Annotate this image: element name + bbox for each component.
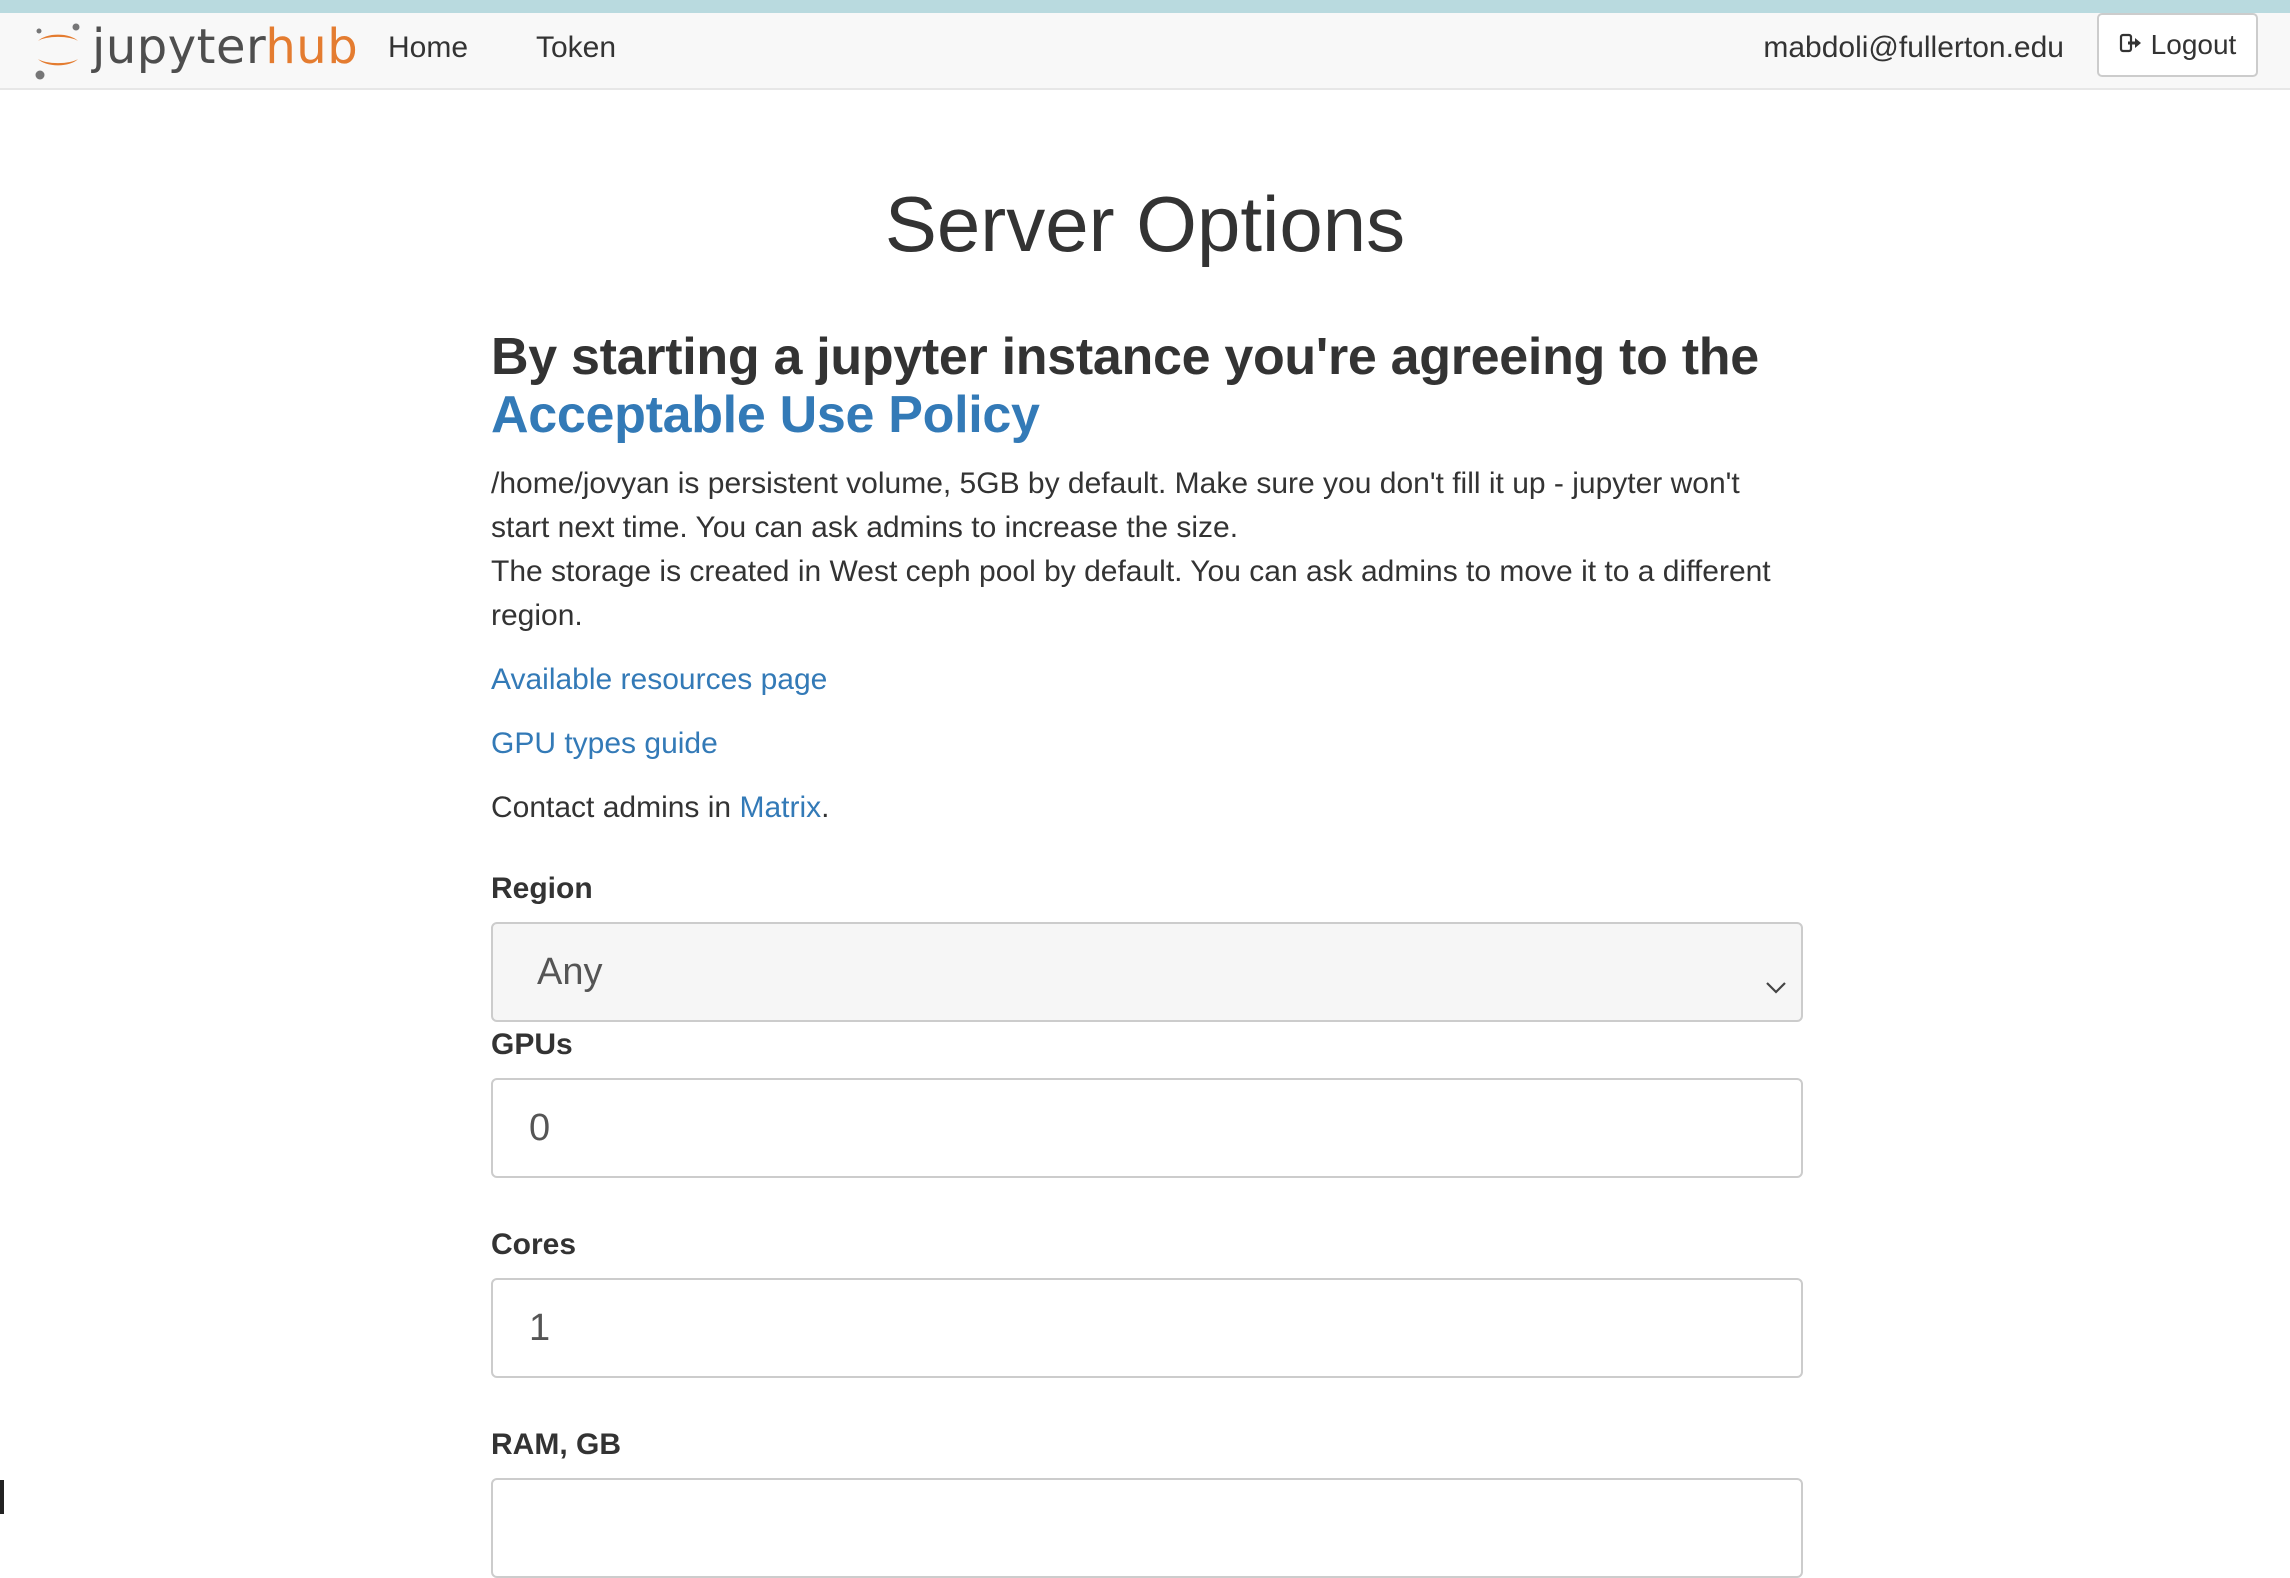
page-title: Server Options xyxy=(884,180,1406,268)
available-resources-link[interactable]: Available resources page xyxy=(491,663,827,696)
ram-label: RAM, GB xyxy=(491,1428,621,1461)
nav-token-link[interactable]: Token xyxy=(536,31,616,65)
gpu-types-guide-link[interactable]: GPU types guide xyxy=(491,727,718,760)
nav-home-link[interactable]: Home xyxy=(388,31,468,65)
gpus-input[interactable]: 0 xyxy=(491,1078,1803,1178)
gpus-value: 0 xyxy=(529,1106,551,1149)
agreement-heading: By starting a jupyter instance you're ag… xyxy=(491,328,1803,444)
jupyterhub-logo[interactable]: jupyterhub xyxy=(32,17,358,83)
storage-info: /home/jovyan is persistent volume, 5GB b… xyxy=(491,462,1803,638)
region-select[interactable]: Any xyxy=(491,922,1803,1022)
agreement-text: By starting a jupyter instance you're ag… xyxy=(491,328,1759,386)
navbar: jupyterhub Home Token mabdoli@fullerton.… xyxy=(0,13,2290,90)
resources-paragraph: Available resources page xyxy=(491,658,1803,702)
user-email: mabdoli@fullerton.edu xyxy=(1763,31,2064,64)
browser-top-strip xyxy=(0,0,2290,13)
chevron-down-icon xyxy=(1765,962,1787,1005)
logout-button[interactable]: Logout xyxy=(2097,13,2258,77)
contact-suffix: . xyxy=(821,791,830,824)
storage-text-1: /home/jovyan is persistent volume, 5GB b… xyxy=(491,467,1740,544)
storage-text-2: The storage is created in West ceph pool… xyxy=(491,555,1771,632)
sign-out-icon xyxy=(2119,29,2151,61)
window-edge xyxy=(0,1480,4,1514)
cores-value: 1 xyxy=(529,1306,551,1349)
contact-text: Contact admins in xyxy=(491,791,732,824)
logo-text: jupyterhub xyxy=(92,19,359,75)
logout-label: Logout xyxy=(2150,29,2237,60)
contact-paragraph: Contact admins in Matrix. xyxy=(491,786,1803,830)
cores-input[interactable]: 1 xyxy=(491,1278,1803,1378)
acceptable-use-policy-link[interactable]: Acceptable Use Policy xyxy=(491,386,1040,444)
region-label: Region xyxy=(491,872,593,905)
region-selected-value: Any xyxy=(537,950,603,993)
gpus-label: GPUs xyxy=(491,1028,573,1061)
server-options-content: By starting a jupyter instance you're ag… xyxy=(491,328,1803,830)
gpu-guide-paragraph: GPU types guide xyxy=(491,722,1803,766)
matrix-link[interactable]: Matrix xyxy=(739,791,821,824)
cores-label: Cores xyxy=(491,1228,577,1261)
ram-input[interactable] xyxy=(491,1478,1803,1578)
jupyter-logo-icon xyxy=(32,19,84,81)
